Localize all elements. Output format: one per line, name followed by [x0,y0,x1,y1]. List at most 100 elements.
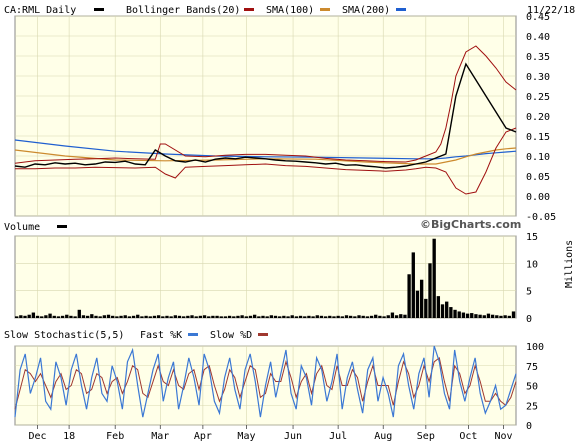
volume-bar [411,252,415,318]
volume-bar [490,314,495,318]
volume-bar [252,314,257,318]
volume-bar [323,316,328,318]
volume-bar [311,316,315,318]
x-tick-label: 18 [63,431,75,442]
x-tick-label: Dec [29,431,47,442]
volume-bar [336,315,340,318]
volume-tick-label: 10 [526,259,538,270]
volume-bar [269,315,274,318]
bollinger-legend-label: Bollinger Bands(20) [126,5,240,16]
sma200-legend-label: SMA(200) [342,5,390,16]
x-tick-label: Sep [417,431,435,442]
volume-bar [386,315,390,318]
volume-bar [445,301,449,318]
volume-bar [361,315,365,318]
volume-bar [294,316,299,318]
volume-bar [77,309,81,318]
price-tick-label: 0.20 [526,112,550,123]
volume-bar [432,238,436,318]
volume-bar [265,316,269,318]
volume-bar [328,315,332,318]
volume-bar [44,315,48,318]
stochastic-tick-label: 25 [526,401,538,412]
chart-title: CA:RML Daily [4,5,76,16]
stochastic-title: Slow Stochastic(5,5) [4,330,124,341]
volume-bar [244,316,248,318]
x-tick-label: Nov [494,431,512,442]
stochastic-tick-label: 75 [526,362,538,373]
volume-legend-swatch [57,225,67,228]
price-y-axis: 0.45 0.40 0.35 0.30 0.25 0.20 0.15 0.10 0.05 0.00… [526,12,556,223]
volume-bar [369,315,374,318]
stochastic-tick-label: 50 [526,382,538,393]
volume-bar [148,316,152,318]
volume-bar [111,315,115,318]
volume-bar [474,314,478,318]
volume-bar [407,274,411,318]
volume-bar [227,315,232,318]
volume-bar [273,315,278,318]
volume-tick-label: 5 [526,287,532,298]
volume-bar [390,312,395,318]
volume-bar [60,315,65,318]
x-tick-label: Jun [284,431,302,442]
volume-tick-label: 15 [526,232,538,243]
price-tick-label: 0.15 [526,132,550,143]
volume-bar [90,314,94,318]
volume-bar [52,315,56,318]
volume-bar [436,296,441,318]
volume-y-axis: 15 10 5 0 [526,232,538,325]
volume-bar [169,316,173,318]
volume-bar [399,314,403,318]
volume-bar [56,316,61,318]
volume-bar [248,315,253,318]
x-tick-label: Aug [374,431,392,442]
volume-bar [136,314,140,318]
volume-bar [73,316,77,318]
volume-bar [315,315,319,318]
volume-bar [303,316,307,318]
volume-bar [482,315,486,318]
price-tick-label: 0.25 [526,92,550,103]
x-tick-label: Feb [106,431,124,442]
volume-y-label: Millions [564,240,575,288]
volume-bar [131,315,136,318]
volume-bar [115,316,119,318]
volume-bar [98,316,102,318]
price-tick-label: -0.05 [526,212,556,223]
volume-bar [499,315,503,318]
price-tick-label: 0.10 [526,152,550,163]
volume-bar [453,309,457,318]
volume-bar [19,315,23,318]
volume-bar [374,314,378,318]
volume-bar [207,316,211,318]
volume-bar [186,315,190,318]
volume-bar [240,315,244,318]
volume-bar [440,304,445,318]
sma200-legend-swatch [396,8,406,11]
volume-bar [140,316,144,318]
volume-panel: 15 10 5 0 Millions [14,232,575,325]
volume-bar [319,315,324,318]
volume-bar [85,315,90,318]
x-axis: Dec 18 Feb Mar Apr May Jun Jul Aug Sep Oct Nov [29,425,513,442]
x-tick-label: Jul [329,431,347,442]
stochastic-tick-label: 0 [526,421,532,432]
price-legend-swatch [94,8,104,11]
volume-bar [282,315,286,318]
volume-bar [278,316,282,318]
volume-bar [144,315,148,318]
volume-bar [161,316,165,318]
volume-bar [290,315,294,318]
volume-bar [378,315,382,318]
volume-bar [486,313,491,318]
volume-bar [428,263,432,318]
volume-bar [419,279,424,318]
volume-bar [194,316,198,318]
volume-bar [349,315,353,318]
volume-bar [465,313,470,318]
volume-bar [340,316,344,318]
price-panel: 0.45 0.40 0.35 0.30 0.25 0.20 0.15 0.10 0.05 0.00… [14,12,556,231]
volume-bar [257,316,261,318]
volume-bar [353,316,357,318]
